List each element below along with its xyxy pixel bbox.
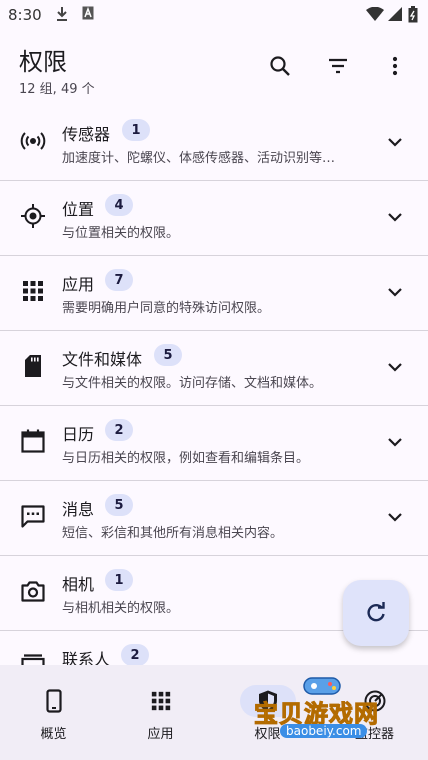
count-badge: 4	[105, 194, 133, 216]
nav-label: 应用	[147, 727, 174, 742]
apps-icon	[23, 281, 43, 301]
group-name: 消息	[62, 500, 95, 519]
chevron-down-icon[interactable]	[384, 431, 406, 453]
nav-item-overview[interactable]: 概览	[0, 665, 107, 760]
group-name: 传感器	[62, 125, 111, 144]
count-badge: 5	[105, 494, 133, 516]
count-badge: 1	[105, 569, 133, 591]
count-badge: 2	[121, 644, 149, 665]
site-watermark: 宝贝游戏网 baobeiy.com	[250, 670, 400, 750]
chevron-down-icon[interactable]	[384, 206, 406, 228]
watermark-url: baobeiy.com	[280, 724, 368, 738]
group-description: 加速度计、陀螺仪、体感传感器、活动识别等…	[62, 151, 336, 166]
sd-card-icon	[25, 355, 41, 377]
count-badge: 7	[105, 269, 133, 291]
more-vert-icon	[392, 56, 398, 76]
list-item[interactable]: 日历 2 与日历相关的权限，例如查看和编辑条目。	[0, 405, 428, 481]
filter-icon	[329, 58, 347, 74]
list-item[interactable]: 消息 5 短信、彩信和其他所有消息相关内容。	[0, 480, 428, 556]
search-button[interactable]	[264, 50, 296, 82]
chevron-down-icon[interactable]	[384, 356, 406, 378]
sensors-icon	[20, 132, 46, 150]
chevron-down-icon[interactable]	[384, 281, 406, 303]
nav-label: 概览	[40, 727, 67, 742]
group-name: 位置	[62, 200, 95, 219]
group-name: 应用	[62, 275, 95, 294]
group-name: 相机	[62, 575, 95, 594]
count-badge: 5	[154, 344, 182, 366]
gamepad-icon	[303, 677, 341, 695]
signal-icon	[388, 7, 402, 21]
nav-item-apps[interactable]: 应用	[107, 665, 214, 760]
group-description: 与相机相关的权限。	[62, 601, 180, 616]
group-name: 文件和媒体	[62, 350, 143, 369]
status-bar: 8:30	[0, 0, 428, 30]
camera-icon	[21, 581, 45, 602]
group-name: 日历	[62, 425, 95, 444]
more-options-button[interactable]	[379, 50, 411, 82]
calendar-icon	[21, 429, 45, 453]
count-badge: 2	[105, 419, 133, 441]
group-description: 短信、彩信和其他所有消息相关内容。	[62, 526, 284, 541]
page-subtitle: 12 组, 49 个	[19, 82, 95, 97]
contacts-icon	[21, 654, 45, 665]
status-time: 8:30	[8, 6, 42, 24]
count-badge: 1	[122, 119, 150, 141]
group-description: 与文件相关的权限。访问存储、文档和媒体。	[62, 376, 323, 391]
filter-button[interactable]	[322, 50, 354, 82]
search-icon	[270, 56, 290, 76]
list-item[interactable]: 文件和媒体 5 与文件相关的权限。访问存储、文档和媒体。	[0, 330, 428, 406]
battery-icon	[408, 6, 418, 23]
top-app-bar: 权限 12 组, 49 个	[0, 30, 428, 110]
wifi-icon	[366, 7, 384, 21]
page-title: 权限	[19, 48, 67, 76]
group-name: 联系人	[62, 650, 111, 665]
list-item[interactable]: 传感器 1 加速度计、陀螺仪、体感传感器、活动识别等…	[0, 105, 428, 181]
group-description: 与位置相关的权限。	[62, 226, 180, 241]
phone-icon	[45, 689, 62, 713]
apps-icon	[151, 691, 170, 711]
refresh-button[interactable]	[343, 580, 409, 646]
list-item[interactable]: 位置 4 与位置相关的权限。	[0, 180, 428, 256]
group-description: 与日历相关的权限，例如查看和编辑条目。	[62, 451, 310, 466]
notification-app-icon	[82, 6, 94, 20]
location-icon	[21, 204, 45, 228]
message-icon	[21, 505, 45, 528]
group-description: 需要明确用户同意的特殊访问权限。	[62, 301, 271, 316]
refresh-icon	[367, 602, 385, 622]
chevron-down-icon[interactable]	[384, 506, 406, 528]
list-item[interactable]: 应用 7 需要明确用户同意的特殊访问权限。	[0, 255, 428, 331]
chevron-down-icon[interactable]	[384, 131, 406, 153]
download-icon	[57, 7, 67, 21]
